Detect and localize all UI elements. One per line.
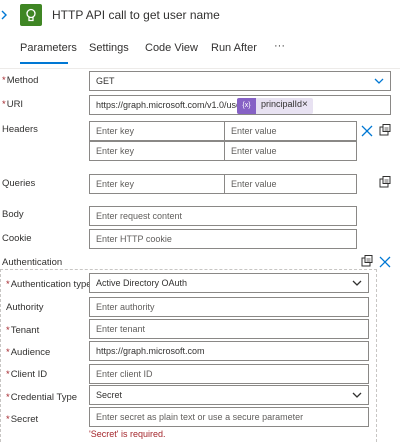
secret-label: *Secret (6, 414, 39, 425)
headers-label: Headers (2, 124, 38, 135)
cookie-label: Cookie (2, 233, 32, 244)
header-value-input-2[interactable]: Enter value (224, 141, 357, 161)
action-title[interactable]: HTTP API call to get user name (52, 8, 220, 22)
query-key-input[interactable]: Enter key (89, 174, 225, 194)
header-key-input-2[interactable]: Enter key (89, 141, 225, 161)
method-dropdown[interactable]: GET (89, 71, 391, 91)
header-value-input-1[interactable]: Enter value (224, 121, 357, 141)
body-label: Body (2, 209, 24, 220)
cookie-input[interactable]: Enter HTTP cookie (89, 229, 357, 249)
tab-code-view[interactable]: Code View (145, 42, 198, 54)
tab-run-after[interactable]: Run After (211, 42, 257, 54)
principalid-token[interactable]: {x} principalId × (237, 98, 313, 114)
switch-text-mode-icon[interactable] (378, 123, 392, 137)
authority-label: Authority (6, 302, 44, 313)
method-label: *Method (2, 75, 39, 86)
tab-settings[interactable]: Settings (89, 42, 129, 54)
audience-input[interactable]: https://graph.microsoft.com (89, 341, 369, 361)
authentication-type-dropdown[interactable]: Active Directory OAuth (89, 273, 369, 293)
tenant-input[interactable]: Enter tenant (89, 319, 369, 339)
token-label: principalId (261, 99, 303, 109)
tenant-label: *Tenant (6, 325, 40, 336)
query-value-input[interactable]: Enter value (224, 174, 357, 194)
switch-text-mode-icon[interactable] (360, 254, 374, 268)
audience-label: *Audience (6, 347, 51, 358)
authentication-label: Authentication (2, 257, 63, 268)
tabs-divider (0, 68, 400, 69)
body-input[interactable]: Enter request content (89, 206, 357, 226)
credential-type-dropdown[interactable]: Secret (89, 385, 369, 405)
client-id-label: *Client ID (6, 369, 48, 380)
header-key-input-1[interactable]: Enter key (89, 121, 225, 141)
chevron-down-icon (352, 280, 362, 286)
remove-authentication-icon[interactable] (378, 255, 392, 269)
remove-token-icon[interactable]: × (302, 99, 308, 110)
switch-text-mode-icon[interactable] (378, 175, 392, 189)
authentication-type-label: *Authentication type (6, 279, 92, 290)
secret-error-message: 'Secret' is required. (89, 429, 166, 439)
queries-label: Queries (2, 178, 36, 189)
delete-header-icon[interactable] (360, 124, 374, 138)
more-tabs-button[interactable]: ··· (274, 40, 285, 52)
expand-chevron-icon[interactable] (0, 9, 8, 20)
credential-type-label: *Credential Type (6, 392, 78, 403)
uri-label: *URI (2, 99, 24, 110)
http-action-icon (20, 4, 42, 26)
variable-icon: {x} (237, 98, 256, 114)
authority-input[interactable]: Enter authority (89, 297, 369, 317)
tab-parameters[interactable]: Parameters (20, 42, 77, 54)
secret-input[interactable]: Enter secret as plain text or use a secu… (89, 407, 369, 427)
chevron-down-icon (374, 78, 384, 84)
client-id-input[interactable]: Enter client ID (89, 364, 369, 384)
chevron-down-icon (352, 392, 362, 398)
active-tab-indicator (20, 62, 68, 64)
